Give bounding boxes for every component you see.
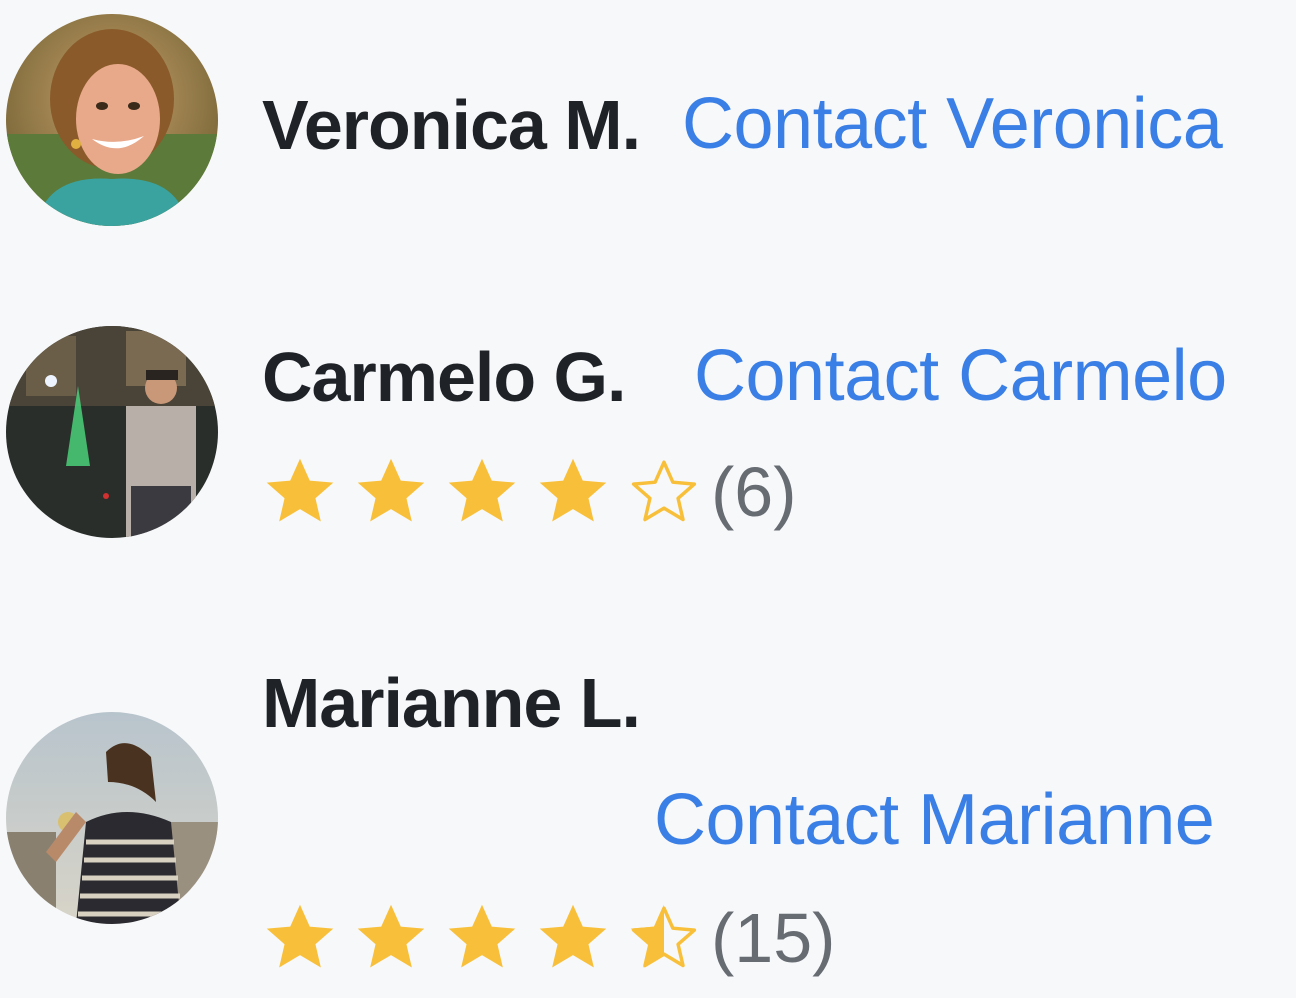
person-name: Veronica M. xyxy=(262,86,641,164)
contact-veronica-link[interactable]: Contact Veronica xyxy=(682,88,1223,160)
contact-carmelo-link[interactable]: Contact Carmelo xyxy=(694,340,1227,412)
star-filled-icon xyxy=(539,904,607,968)
person-name: Carmelo G. xyxy=(262,338,626,416)
star-filled-icon xyxy=(266,458,334,522)
avatar-veronica-image xyxy=(6,14,218,226)
avatar-marianne[interactable] xyxy=(6,712,218,924)
avatar-carmelo[interactable] xyxy=(6,326,218,538)
star-filled-icon xyxy=(539,458,607,522)
star-filled-icon xyxy=(448,458,516,522)
review-count: (15) xyxy=(711,899,836,977)
rating-marianne: (15) xyxy=(262,898,835,978)
avatar-marianne-image xyxy=(6,712,218,924)
rating-carmelo: (6) xyxy=(262,452,797,532)
star-empty-icon xyxy=(631,460,697,522)
star-filled-icon xyxy=(357,904,425,968)
star-filled-icon xyxy=(266,904,334,968)
star-filled-icon xyxy=(448,904,516,968)
avatar-carmelo-image xyxy=(6,326,218,538)
review-count: (6) xyxy=(711,453,797,531)
person-name: Marianne L. xyxy=(262,664,641,742)
contact-marianne-link[interactable]: Contact Marianne xyxy=(654,784,1215,856)
star-filled-icon xyxy=(357,458,425,522)
star-half-icon xyxy=(630,904,697,968)
avatar-veronica[interactable] xyxy=(6,14,218,226)
